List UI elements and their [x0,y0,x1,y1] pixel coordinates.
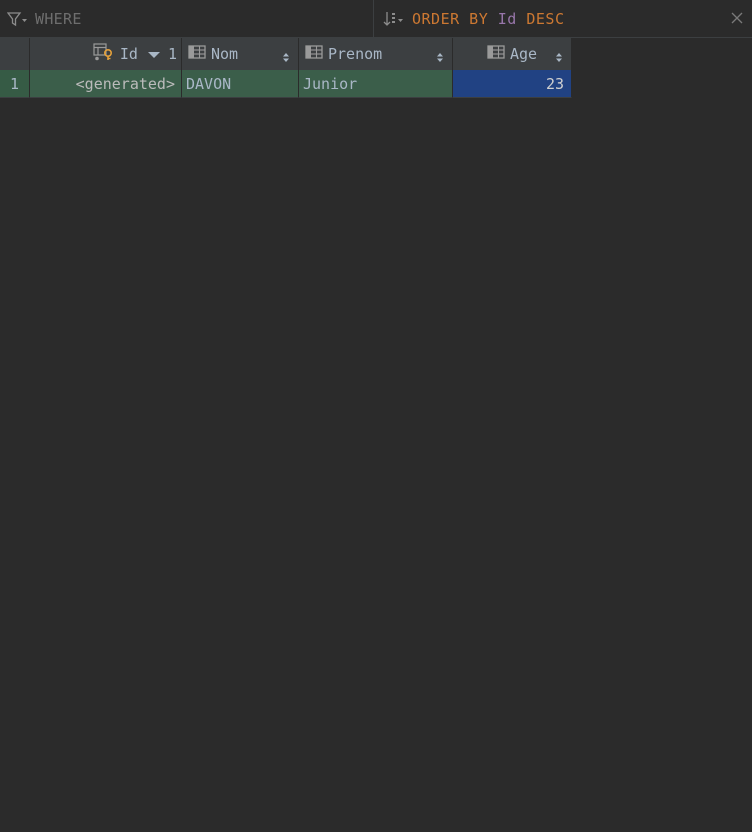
order-by-column: Id [497,10,517,28]
column-icon [188,45,206,63]
column-header-label: Id [119,45,138,63]
sort-order-index: 1 [167,45,177,63]
column-header-label: Prenom [328,45,383,63]
row-number-header [0,38,30,70]
sort-toggle-icon[interactable] [555,49,563,67]
table-row[interactable]: 1 <generated> DAVON Junior 23 [0,70,572,98]
column-header-label: Nom [211,45,239,63]
sort-icon[interactable] [383,9,405,29]
column-header-prenom[interactable]: Prenom [299,38,453,70]
filter-bar: WHERE ORDER BY Id DESC [0,0,752,38]
column-icon [305,45,323,63]
order-by-keyword: ORDER BY [412,10,489,28]
where-filter[interactable]: WHERE [0,0,372,38]
sort-descending-icon[interactable] [147,45,160,63]
column-header-label: Age [510,45,538,63]
filter-icon[interactable] [7,9,29,29]
column-header-row: Id 1 Nom Prenom Age [0,38,572,70]
column-header-age[interactable]: Age [453,38,572,70]
table-cell-nom[interactable]: DAVON [182,70,299,98]
order-by-direction: DESC [526,10,565,28]
sort-toggle-icon[interactable] [436,49,444,67]
table-cell-prenom[interactable]: Junior [299,70,453,98]
sort-toggle-icon[interactable] [282,49,290,67]
row-number[interactable]: 1 [0,70,30,98]
table-cell-age[interactable]: 23 [453,70,572,98]
primary-key-column-icon [93,43,115,65]
order-by-filter[interactable]: ORDER BY Id DESC [373,0,752,38]
column-header-id[interactable]: Id 1 [30,38,182,70]
column-icon [487,45,505,63]
order-by-input[interactable]: ORDER BY Id DESC [412,10,565,28]
close-icon[interactable] [730,11,744,25]
table-cell-id[interactable]: <generated> [30,70,182,98]
column-header-nom[interactable]: Nom [182,38,299,70]
where-input[interactable]: WHERE [35,10,82,28]
